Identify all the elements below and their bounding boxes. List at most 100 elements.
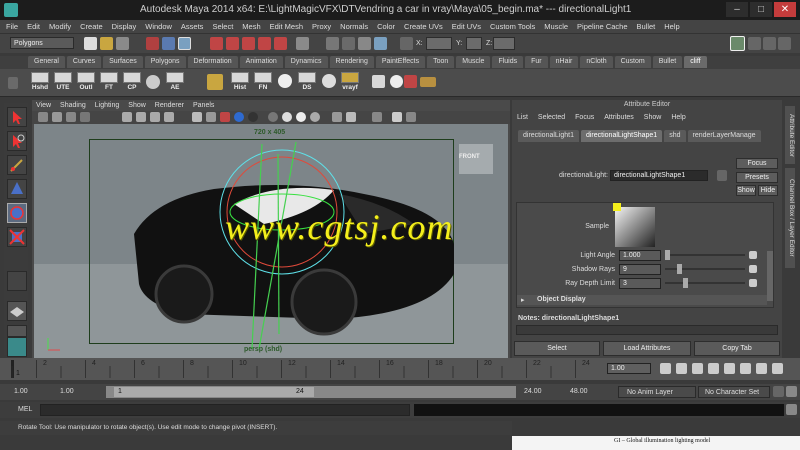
menu-proxy[interactable]: Proxy (312, 22, 331, 31)
shelf-button-ft[interactable]: FT (99, 72, 119, 94)
menu-edit[interactable]: Edit (27, 22, 40, 31)
lasso-tool-icon[interactable] (7, 131, 27, 151)
shelf-tab-rendering[interactable]: Rendering (329, 56, 374, 68)
grid-toggle-icon[interactable] (122, 112, 132, 122)
presets-button[interactable]: Presets (736, 172, 778, 183)
notes-field[interactable] (516, 325, 778, 335)
menu-set-dropdown[interactable]: Polygons (10, 37, 74, 49)
camera-attributes-icon[interactable] (52, 112, 62, 122)
shelf-tab-animation[interactable]: Animation (239, 56, 283, 68)
ae-menu-help[interactable]: Help (671, 114, 685, 121)
menu-assets[interactable]: Assets (181, 22, 204, 31)
history-icon[interactable] (296, 37, 309, 50)
light-angle-input[interactable]: 1.000 (619, 250, 661, 261)
textured-icon[interactable] (220, 112, 230, 122)
menu-muscle[interactable]: Muscle (544, 22, 568, 31)
show-button[interactable]: Show (736, 185, 756, 196)
grid-shelf-icon[interactable] (207, 74, 223, 90)
film-gate-icon[interactable] (136, 112, 146, 122)
select-tool-icon[interactable] (7, 107, 27, 127)
attribute-editor-toggle-icon[interactable] (748, 37, 761, 50)
swirl-shelf-icon[interactable] (278, 74, 292, 88)
shelf-tab-surfaces[interactable]: Surfaces (103, 56, 143, 68)
menu-select[interactable]: Select (212, 22, 233, 31)
range-slider-bar[interactable] (106, 386, 516, 398)
auto-key-icon[interactable] (773, 386, 784, 397)
xray-icon[interactable] (346, 112, 356, 122)
animation-preferences-icon[interactable] (786, 386, 797, 397)
shelf-tab-polygons[interactable]: Polygons (144, 56, 186, 68)
xray-joints-icon[interactable] (372, 112, 382, 122)
four-pane-layout-icon[interactable] (7, 325, 27, 337)
render-settings-icon[interactable] (358, 37, 371, 50)
start-time-field[interactable]: 1.00 (14, 388, 28, 395)
shadow-rays-slider-handle[interactable] (677, 264, 682, 274)
backface-cull-icon[interactable] (406, 112, 416, 122)
shelf-button-vrayf[interactable]: vrayf (340, 72, 360, 94)
copy-tab-button[interactable]: Copy Tab (694, 341, 780, 356)
map-button-icon[interactable] (749, 279, 757, 287)
shadows-icon[interactable] (248, 112, 258, 122)
channel-box-toggle-icon[interactable] (778, 37, 791, 50)
step-back-key-icon[interactable] (676, 363, 687, 374)
ae-menu-focus[interactable]: Focus (575, 114, 594, 121)
menu-normals[interactable]: Normals (340, 22, 368, 31)
snap-grid-icon[interactable] (210, 37, 223, 50)
z-input[interactable] (493, 37, 515, 50)
menu-file[interactable]: File (6, 22, 18, 31)
x-input[interactable] (426, 37, 452, 50)
character-set-dropdown[interactable]: No Character Set (698, 386, 770, 398)
shelf-tab-cliff[interactable]: cliff (684, 56, 707, 68)
image-plane-icon[interactable] (80, 112, 90, 122)
light-angle-slider[interactable] (665, 254, 745, 256)
snap-curve-icon[interactable] (226, 37, 239, 50)
shelf-button-hshd[interactable]: Hshd (30, 72, 50, 94)
snap-surface-icon[interactable] (274, 37, 287, 50)
paint-select-tool-icon[interactable] (7, 155, 27, 175)
select-button[interactable]: Select (514, 341, 600, 356)
shadow-rays-input[interactable]: 9 (619, 264, 661, 275)
open-scene-icon[interactable] (100, 37, 113, 50)
menu-window[interactable]: Window (145, 22, 172, 31)
save-scene-icon[interactable] (116, 37, 129, 50)
command-input[interactable] (40, 404, 410, 416)
ae-menu-attributes[interactable]: Attributes (604, 114, 634, 121)
ae-tab-renderlayermanager[interactable]: renderLayerManage (687, 130, 761, 142)
sample-swatch[interactable] (615, 207, 655, 247)
transform-lock-icon[interactable] (400, 37, 413, 50)
ray-depth-slider-handle[interactable] (683, 278, 688, 288)
vray-proxy-icon[interactable] (420, 77, 436, 87)
select-hierarchy-icon[interactable] (146, 37, 159, 50)
menu-mesh[interactable]: Mesh (242, 22, 260, 31)
focus-button[interactable]: Focus (736, 158, 778, 169)
side-tab-channel-box[interactable]: Channel Box / Layer Editor (785, 168, 795, 268)
viewport-menu-view[interactable]: View (36, 102, 51, 109)
vray-render-icon[interactable] (372, 75, 385, 88)
menu-help[interactable]: Help (664, 22, 679, 31)
vray-light-icon[interactable] (390, 75, 403, 88)
menu-create-uvs[interactable]: Create UVs (404, 22, 443, 31)
script-editor-icon[interactable] (786, 404, 797, 415)
move-tool-icon[interactable] (7, 179, 27, 199)
step-back-frame-icon[interactable] (692, 363, 703, 374)
shelf-tab-custom[interactable]: Custom (614, 56, 651, 68)
vray-pointer-icon[interactable] (404, 75, 417, 88)
map-button-icon[interactable] (749, 265, 757, 273)
anti-aliasing-icon[interactable] (296, 112, 306, 122)
shelf-button-outl[interactable]: Outl (76, 72, 96, 94)
shelf-tab-deformation[interactable]: Deformation (187, 56, 238, 68)
shelf-tab-curves[interactable]: Curves (66, 56, 102, 68)
depth-of-field-icon[interactable] (310, 112, 320, 122)
close-button[interactable]: ✕ (774, 2, 796, 17)
viewport-menu-renderer[interactable]: Renderer (155, 102, 184, 109)
range-slider-handle[interactable] (114, 387, 314, 397)
menu-modify[interactable]: Modify (49, 22, 71, 31)
hud-icon[interactable] (392, 112, 402, 122)
hypershade-icon[interactable] (374, 37, 387, 50)
attributes-scroll-area[interactable]: Sample Light Angle 1.000 Shadow Rays 9 R… (516, 202, 774, 308)
shelf-tab-fur[interactable]: Fur (525, 56, 548, 68)
shelf-menu-icon[interactable] (8, 77, 18, 89)
view-cube-label[interactable]: FRONT (459, 154, 480, 160)
maximize-button[interactable]: □ (750, 2, 772, 17)
anim-start-field[interactable]: 1.00 (60, 388, 74, 395)
